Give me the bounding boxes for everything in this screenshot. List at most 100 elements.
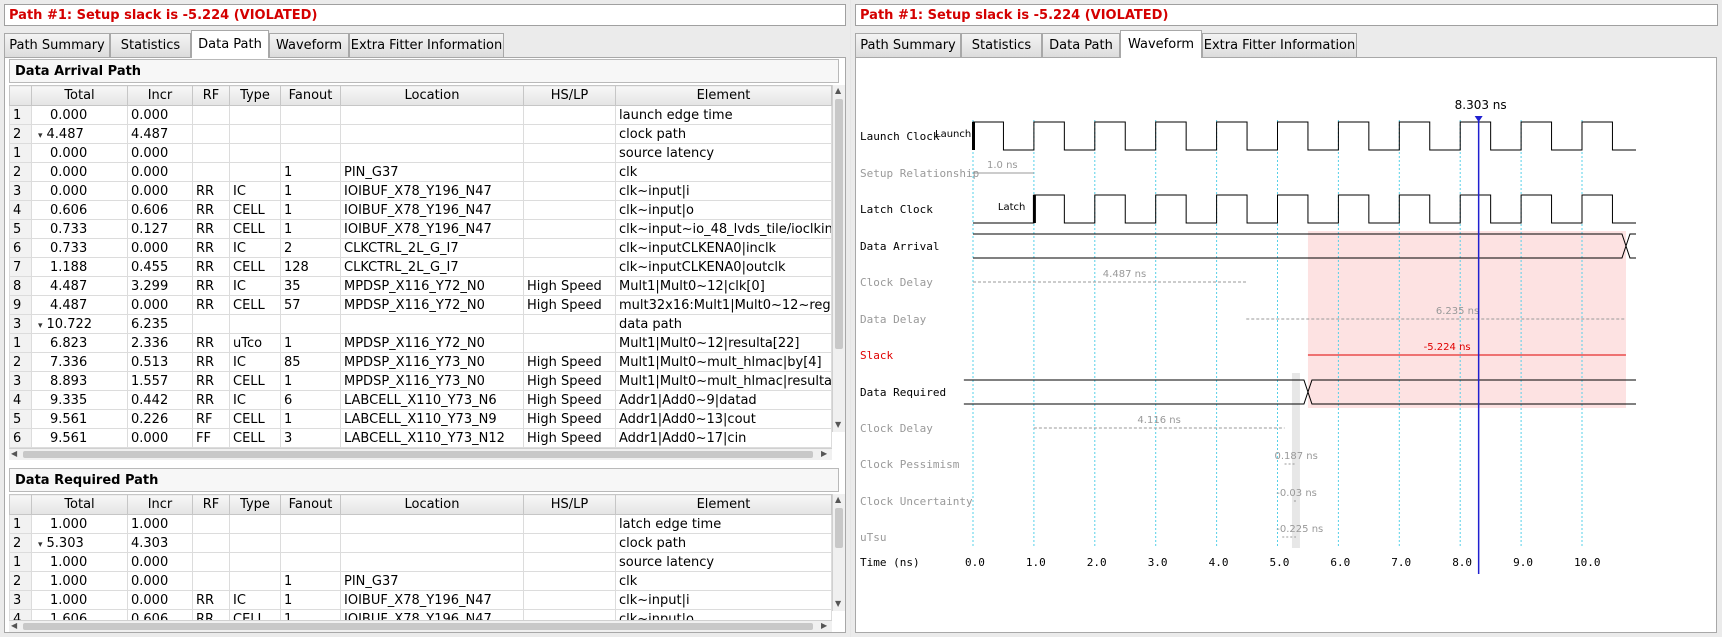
table-row[interactable]: 4 9.335 0.442 RR IC 6 LABCELL_X110_Y73_N6 High … <box>9 390 832 410</box>
launch-label: Launch <box>935 129 971 140</box>
cell-loc <box>340 533 524 553</box>
tab-extra-fitter-info[interactable]: Extra Fitter Information <box>1202 33 1357 57</box>
table-row[interactable]: 1 1.000 1.000 latch edge time <box>9 514 832 534</box>
tab-extra-fitter-info[interactable]: Extra Fitter Information <box>349 33 504 57</box>
table-row[interactable]: 3 ▾ 10.722 6.235 data path <box>9 314 832 334</box>
tab-path-summary[interactable]: Path Summary <box>4 33 110 57</box>
cell-elem: latch edge time <box>615 514 832 534</box>
cell-loc: IOIBUF_X78_Y196_N47 <box>340 590 524 610</box>
col-incr[interactable]: Incr <box>127 85 193 106</box>
row-number: 5 <box>9 409 32 429</box>
table-row[interactable]: 8 4.487 3.299 RR IC 35 MPDSP_X116_Y72_N0 High S… <box>9 276 832 296</box>
arrival-horizontal-scrollbar[interactable]: ◀ ▶ <box>9 448 832 460</box>
col-rf[interactable]: RF <box>192 494 230 515</box>
tab-data-path[interactable]: Data Path <box>1042 33 1120 57</box>
cell-total: 1.000 <box>31 590 128 610</box>
table-row[interactable]: 2 7.336 0.513 RR IC 85 MPDSP_X116_Y73_N0 High S… <box>9 352 832 372</box>
tab-waveform[interactable]: Waveform <box>1120 30 1202 58</box>
cell-elem: clk <box>615 571 832 591</box>
cell-type <box>229 514 281 534</box>
required-vertical-scrollbar[interactable]: ▲ ▼ <box>832 494 845 611</box>
col-total[interactable]: Total <box>31 494 128 515</box>
table-row[interactable]: 9 4.487 0.000 RR CELL 57 MPDSP_X116_Y72_N0 High… <box>9 295 832 315</box>
cell-rf: RR <box>192 371 230 391</box>
col-hslp[interactable]: HS/LP <box>523 85 616 106</box>
row-number: 8 <box>9 276 32 296</box>
latch-label: Latch <box>998 202 1025 213</box>
col-rownum[interactable] <box>9 494 32 515</box>
table-row[interactable]: 3 0.000 0.000 RR IC 1 IOIBUF_X78_Y196_N47 clk~i… <box>9 181 832 201</box>
scroll-down-arrow[interactable]: ▼ <box>835 599 841 609</box>
cell-incr: 6.235 <box>127 314 193 334</box>
cell-total: 1.000 <box>31 514 128 534</box>
col-hslp[interactable]: HS/LP <box>523 494 616 515</box>
cell-type <box>229 533 281 553</box>
table-row[interactable]: 5 9.561 0.226 RF CELL 1 LABCELL_X110_Y73_N9 Hig… <box>9 409 832 429</box>
scroll-up-arrow[interactable]: ▲ <box>835 86 841 96</box>
table-row[interactable]: 2 1.000 0.000 1 PIN_G37 clk <box>9 571 832 591</box>
row-number: 2 <box>9 162 32 182</box>
cell-elem: source latency <box>615 552 832 572</box>
col-location[interactable]: Location <box>340 85 524 106</box>
col-fanout[interactable]: Fanout <box>280 494 341 515</box>
tab-data-path[interactable]: Data Path <box>191 30 269 58</box>
col-rownum[interactable] <box>9 85 32 106</box>
scroll-left-arrow[interactable]: ◀ <box>11 621 17 631</box>
tab-statistics[interactable]: Statistics <box>961 33 1042 57</box>
cell-total-value: 9.561 <box>50 411 88 427</box>
cell-hslp: High Speed <box>523 352 616 372</box>
cell-type: IC <box>229 590 281 610</box>
cell-rf <box>192 105 230 125</box>
table-row[interactable]: 2 ▾ 5.303 4.303 clock path <box>9 533 832 553</box>
required-horizontal-scrollbar[interactable]: ◀ ▶ <box>9 620 832 632</box>
col-type[interactable]: Type <box>229 494 281 515</box>
table-row[interactable]: 6 9.561 0.000 FF CELL 3 LABCELL_X110_Y73_N12 Hi… <box>9 428 832 448</box>
col-rf[interactable]: RF <box>192 85 230 106</box>
tab-statistics[interactable]: Statistics <box>110 33 191 57</box>
table-row[interactable]: 2 ▾ 4.487 4.487 clock path <box>9 124 832 144</box>
tab-waveform[interactable]: Waveform <box>269 33 349 57</box>
table-row[interactable]: 1 6.823 2.336 RR uTco 1 MPDSP_X116_Y72_N0 Mult1… <box>9 333 832 353</box>
table-row[interactable]: 4 0.606 0.606 RR CELL 1 IOIBUF_X78_Y196_N47 clk… <box>9 200 832 220</box>
scroll-thumb[interactable] <box>835 99 843 349</box>
expand-toggle-icon[interactable]: ▾ <box>38 540 47 550</box>
table-row[interactable]: 5 0.733 0.127 RR CELL 1 IOIBUF_X78_Y196_N47 clk… <box>9 219 832 239</box>
col-fanout[interactable]: Fanout <box>280 85 341 106</box>
row-number: 1 <box>9 143 32 163</box>
waveform-diagram[interactable]: Launch Clock Setup Relationship Latch Cloc… <box>856 58 1716 632</box>
cell-total-value: 4.487 <box>46 126 84 142</box>
col-location[interactable]: Location <box>340 494 524 515</box>
col-total[interactable]: Total <box>31 85 128 106</box>
scroll-right-arrow[interactable]: ▶ <box>821 449 827 459</box>
table-row[interactable]: 1 0.000 0.000 launch edge time <box>9 105 832 125</box>
table-row[interactable]: 7 1.188 0.455 RR CELL 128 CLKCTRL_2L_G_I7 clk~i… <box>9 257 832 277</box>
table-row[interactable]: 1 0.000 0.000 source latency <box>9 143 832 163</box>
scroll-left-arrow[interactable]: ◀ <box>11 449 17 459</box>
cursor-marker-icon[interactable] <box>1474 116 1483 122</box>
col-element[interactable]: Element <box>615 85 832 106</box>
scroll-up-arrow[interactable]: ▲ <box>835 495 841 505</box>
col-element[interactable]: Element <box>615 494 832 515</box>
scroll-thumb[interactable] <box>23 623 813 630</box>
col-incr[interactable]: Incr <box>127 494 193 515</box>
table-row[interactable]: 2 0.000 0.000 1 PIN_G37 clk <box>9 162 832 182</box>
scroll-right-arrow[interactable]: ▶ <box>821 621 827 631</box>
cell-loc: MPDSP_X116_Y72_N0 <box>340 295 524 315</box>
table-row[interactable]: 1 1.000 0.000 source latency <box>9 552 832 572</box>
table-row[interactable]: 3 1.000 0.000 RR IC 1 IOIBUF_X78_Y196_N47 clk~i… <box>9 590 832 610</box>
arrival-vertical-scrollbar[interactable]: ▲ ▼ <box>832 85 845 432</box>
tab-path-summary[interactable]: Path Summary <box>855 33 961 57</box>
col-type[interactable]: Type <box>229 85 281 106</box>
cell-elem: Addr1|Add0~13|cout <box>615 409 832 429</box>
cell-fanout <box>280 552 341 572</box>
table-row[interactable]: 3 8.893 1.557 RR CELL 1 MPDSP_X116_Y73_N0 High … <box>9 371 832 391</box>
expand-toggle-icon[interactable]: ▾ <box>38 321 47 331</box>
scroll-thumb[interactable] <box>835 508 843 548</box>
expand-toggle-icon[interactable]: ▾ <box>38 131 47 141</box>
cell-loc: MPDSP_X116_Y73_N0 <box>340 352 524 372</box>
scroll-down-arrow[interactable]: ▼ <box>835 420 841 430</box>
cell-incr: 4.487 <box>127 124 193 144</box>
table-row[interactable]: 6 0.733 0.000 RR IC 2 CLKCTRL_2L_G_I7 clk~input… <box>9 238 832 258</box>
scroll-thumb[interactable] <box>23 451 813 458</box>
cell-rf <box>192 162 230 182</box>
